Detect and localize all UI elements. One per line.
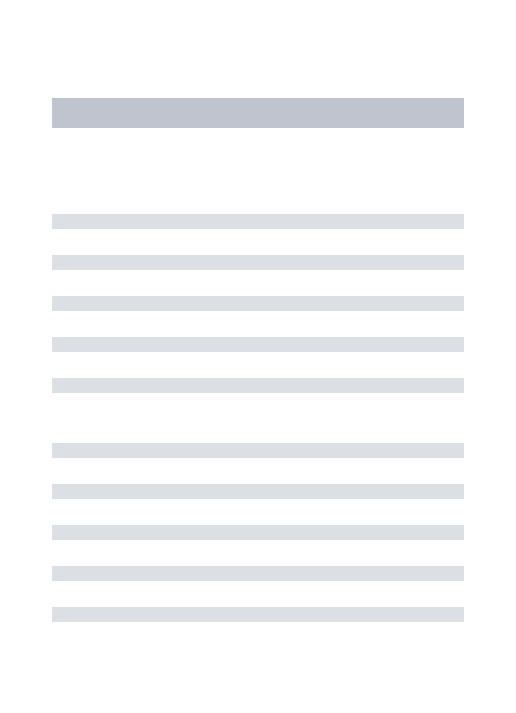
skeleton-line [52,525,464,540]
skeleton-line [52,337,464,352]
skeleton-line [52,378,464,393]
skeleton-line [52,443,464,458]
skeleton-title-bar [52,98,464,128]
skeleton-section-1 [52,214,464,393]
skeleton-line [52,255,464,270]
skeleton-line [52,566,464,581]
skeleton-line [52,484,464,499]
skeleton-section-2 [52,443,464,622]
skeleton-container [0,0,516,622]
skeleton-line [52,214,464,229]
skeleton-line [52,296,464,311]
skeleton-line [52,607,464,622]
